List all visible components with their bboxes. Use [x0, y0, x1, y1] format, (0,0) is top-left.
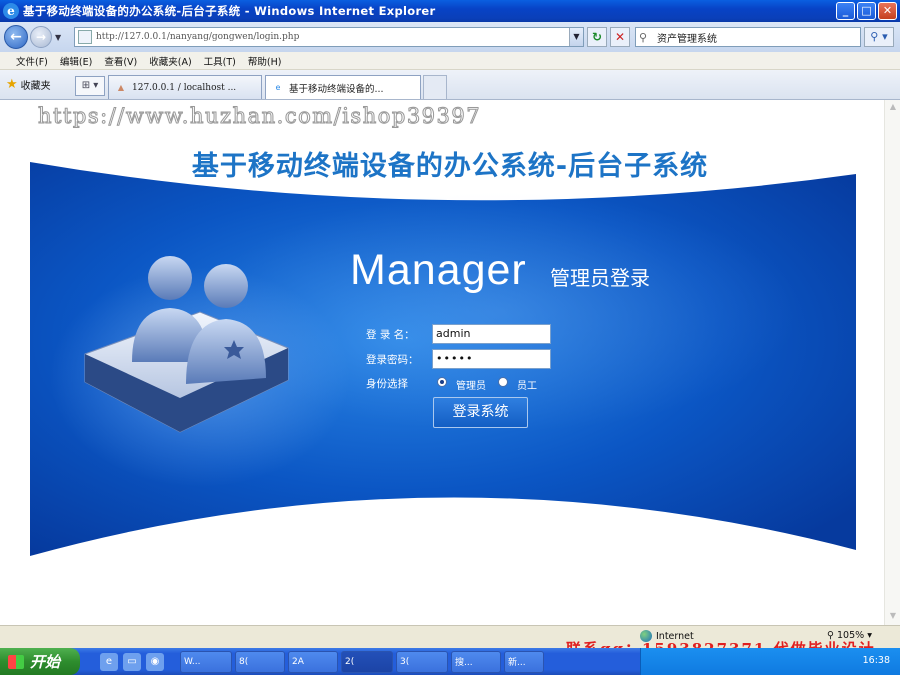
address-url[interactable]: http://127.0.0.1/nanyang/gongwen/login.p…	[96, 32, 569, 42]
username-input[interactable]: admin	[432, 324, 551, 344]
stop-button[interactable]: ✕	[610, 27, 630, 47]
username-label: 登 录 名：	[366, 329, 415, 341]
quick-tabs-button[interactable]: ⊞ ▾	[75, 76, 105, 96]
task-window-6[interactable]: 搜...	[451, 650, 501, 673]
page-viewport: https://www.huzhan.com/ishop39397 基于移动终端…	[0, 100, 900, 625]
quicklaunch-ie-icon[interactable]: e	[100, 652, 118, 671]
address-dropdown-icon[interactable]: ▼	[569, 28, 583, 46]
role-label: 身份选择	[366, 378, 408, 390]
menu-file[interactable]: 文件(F)	[16, 54, 48, 68]
menu-favorites[interactable]: 收藏夹(A)	[149, 54, 191, 68]
role-staff-radio[interactable]	[498, 377, 508, 387]
window-titlebar: e 基于移动终端设备的办公系统-后台子系统 - Windows Internet…	[0, 0, 900, 22]
start-button[interactable]: 开始	[0, 648, 80, 675]
menu-bar: 文件(F) 编辑(E) 查看(V) 收藏夹(A) 工具(T) 帮助(H)	[0, 52, 900, 70]
star-icon: ★	[6, 77, 18, 92]
search-go-button[interactable]: ⚲ ▾	[864, 27, 894, 47]
windows-flag-icon	[8, 654, 24, 669]
menu-help[interactable]: 帮助(H)	[248, 54, 282, 68]
scroll-up-icon[interactable]: ▲	[887, 102, 899, 114]
menu-edit[interactable]: 编辑(E)	[60, 54, 92, 68]
menu-tools[interactable]: 工具(T)	[204, 54, 236, 68]
quicklaunch-globe-icon[interactable]: ◉	[146, 652, 164, 671]
task-window-5[interactable]: 3(	[396, 650, 448, 673]
task-window-2[interactable]: 8(	[235, 650, 285, 673]
refresh-button[interactable]: ↻	[587, 27, 607, 47]
login-button[interactable]: 登录系统	[433, 397, 528, 428]
history-dropdown-icon[interactable]: ▼	[55, 33, 67, 42]
role-admin-label: 管理员	[456, 381, 486, 392]
task-window-7[interactable]: 新...	[504, 650, 544, 673]
search-field[interactable]: ⚲ 资产管理系统	[635, 27, 861, 47]
menu-view[interactable]: 查看(V)	[104, 54, 137, 68]
quicklaunch-folder-icon[interactable]: ▭	[123, 652, 141, 671]
close-button[interactable]: ✕	[878, 2, 897, 20]
forward-button[interactable]: →	[30, 26, 52, 48]
address-toolbar: ← → ▼ http://127.0.0.1/nanyang/gongwen/l…	[0, 22, 900, 52]
back-button[interactable]: ←	[4, 25, 28, 49]
start-label: 开始	[30, 653, 61, 671]
tab-bar: ★ 收藏夹 ⊞ ▾ ▲ 127.0.0.1 / localhost ... e …	[0, 70, 900, 100]
task-window-1[interactable]: W...	[180, 650, 232, 673]
phpmyadmin-icon: ▲	[117, 82, 125, 92]
manager-heading: Manager	[350, 246, 527, 294]
minimize-button[interactable]: _	[836, 2, 855, 20]
task-window-3[interactable]: 2A	[288, 650, 338, 673]
tab-phpmyadmin[interactable]: ▲ 127.0.0.1 / localhost ...	[108, 75, 262, 99]
address-field[interactable]: http://127.0.0.1/nanyang/gongwen/login.p…	[74, 27, 584, 47]
new-tab-button[interactable]	[423, 75, 447, 99]
clock[interactable]: 16:38	[863, 655, 890, 666]
watermark-text: https://www.huzhan.com/ishop39397	[37, 104, 482, 129]
ie-logo-icon: e	[3, 3, 19, 19]
password-label: 登录密码：	[366, 354, 419, 366]
taskbar: 开始 e ▭ ◉ W... 8( 2A 2( 3( 搜... 新... 16:3…	[0, 648, 900, 675]
favorites-button[interactable]: ★ 收藏夹	[6, 77, 51, 92]
ie-page-icon: e	[275, 82, 281, 92]
tab-login[interactable]: e 基于移动终端设备的...	[265, 75, 421, 99]
manager-subheading: 管理员登录	[550, 266, 650, 290]
vertical-scrollbar[interactable]: ▲ ▼	[884, 100, 900, 625]
role-staff-label: 员工	[517, 381, 537, 392]
search-value[interactable]: 资产管理系统	[657, 30, 717, 45]
search-icon: ⚲	[639, 30, 648, 44]
tab-label: 基于移动终端设备的...	[289, 83, 384, 95]
maximize-button[interactable]: □	[857, 2, 876, 20]
password-input[interactable]: •••••	[432, 349, 551, 369]
role-admin-radio[interactable]	[437, 377, 447, 387]
system-tray: 16:38	[640, 648, 900, 675]
task-window-4[interactable]: 2(	[341, 650, 393, 673]
page-icon	[78, 30, 92, 44]
tab-label: 127.0.0.1 / localhost ...	[132, 82, 237, 93]
scroll-down-icon[interactable]: ▼	[887, 611, 899, 623]
window-title: 基于移动终端设备的办公系统-后台子系统 - Windows Internet E…	[23, 4, 436, 18]
favorites-label: 收藏夹	[20, 81, 51, 92]
